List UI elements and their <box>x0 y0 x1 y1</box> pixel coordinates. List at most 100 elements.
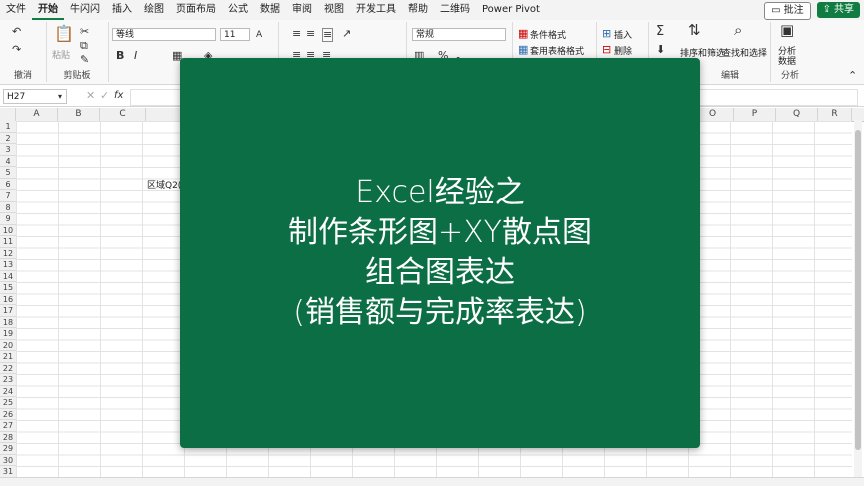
select-all-corner[interactable] <box>0 108 16 121</box>
conditional-format-button[interactable]: 条件格式 <box>530 28 566 41</box>
row-header[interactable]: 26 <box>0 408 16 420</box>
row-header[interactable]: 23 <box>0 374 16 386</box>
align-middle-icon[interactable]: ≡ <box>306 28 315 40</box>
undo-group-label: 撤消 <box>13 71 32 81</box>
row-header[interactable]: 29 <box>0 443 16 455</box>
number-format-select[interactable]: 常规 <box>412 28 506 41</box>
row-header[interactable]: 28 <box>0 431 16 443</box>
row-header[interactable]: 27 <box>0 420 16 432</box>
row-header[interactable]: 14 <box>0 270 16 282</box>
table-format-icon[interactable]: ▦ <box>518 44 528 56</box>
row-header[interactable]: 22 <box>0 362 16 374</box>
row-header[interactable]: 20 <box>0 339 16 351</box>
align-top-icon[interactable]: ≡ <box>292 28 301 40</box>
row-header[interactable]: 15 <box>0 282 16 294</box>
font-name-select[interactable]: 等线 <box>112 28 216 41</box>
row-header[interactable]: 21 <box>0 351 16 363</box>
tab-formulas[interactable]: 公式 <box>222 0 254 20</box>
name-box-dropdown-icon[interactable]: ▾ <box>58 91 62 103</box>
table-format-button[interactable]: 套用表格格式 <box>530 44 584 57</box>
comment-icon: ▭ <box>771 5 781 16</box>
insert-cells-button[interactable]: 插入 <box>614 28 632 41</box>
font-size-select[interactable]: 11 <box>220 28 250 41</box>
align-bottom-icon[interactable]: ≡ <box>322 28 334 42</box>
row-header[interactable]: 31 <box>0 466 16 478</box>
tab-data[interactable]: 数据 <box>254 0 286 20</box>
insert-function-button[interactable]: fx <box>114 90 123 102</box>
column-header[interactable]: Q <box>776 108 818 121</box>
column-header[interactable]: P <box>734 108 776 121</box>
title-line-4: (销售额与完成率表达) <box>293 295 587 330</box>
analyze-data-icon[interactable]: ▣ <box>780 23 794 38</box>
column-header[interactable]: C <box>100 108 146 121</box>
row-header[interactable]: 5 <box>0 167 16 179</box>
row-header[interactable]: 25 <box>0 397 16 409</box>
row-header[interactable]: 9 <box>0 213 16 225</box>
undo-group: ↶ ↷ 撤消 <box>0 22 47 82</box>
tab-review[interactable]: 审阅 <box>286 0 318 20</box>
sort-filter-icon[interactable]: ⇅ <box>688 23 701 38</box>
row-header[interactable]: 1 <box>0 121 16 133</box>
analyze-data-label-2[interactable]: 数据 <box>778 54 796 67</box>
delete-cells-button[interactable]: 删除 <box>614 44 632 57</box>
copy-icon[interactable]: ⧉ <box>80 40 88 52</box>
row-header[interactable]: 17 <box>0 305 16 317</box>
bold-button[interactable]: B <box>116 50 124 62</box>
column-header[interactable]: A <box>16 108 58 121</box>
orientation-icon[interactable]: ↗ <box>342 28 351 40</box>
row-header[interactable]: 7 <box>0 190 16 202</box>
paste-icon[interactable]: 📋 <box>54 26 74 42</box>
redo-icon[interactable]: ↷ <box>12 44 21 56</box>
find-select-button[interactable]: 查找和选择 <box>722 46 767 59</box>
tab-qrcode[interactable]: 二维码 <box>434 0 476 20</box>
delete-cells-icon[interactable]: ⊟ <box>602 44 611 56</box>
insert-cells-icon[interactable]: ⊞ <box>602 28 611 40</box>
row-header[interactable]: 13 <box>0 259 16 271</box>
row-header[interactable]: 19 <box>0 328 16 340</box>
fill-icon[interactable]: ⬇ <box>656 44 665 56</box>
tab-niushanshan[interactable]: 牛闪闪 <box>64 0 106 20</box>
row-header[interactable]: 2 <box>0 132 16 144</box>
tab-page-layout[interactable]: 页面布局 <box>170 0 222 20</box>
row-header[interactable]: 4 <box>0 155 16 167</box>
scrollbar-thumb[interactable] <box>855 130 861 450</box>
vertical-scrollbar[interactable] <box>854 120 862 478</box>
share-icon: ⇪ <box>822 4 831 15</box>
tab-insert[interactable]: 插入 <box>106 0 138 20</box>
undo-icon[interactable]: ↶ <box>12 26 21 38</box>
row-header[interactable]: 18 <box>0 316 16 328</box>
tab-help[interactable]: 帮助 <box>402 0 434 20</box>
row-header[interactable]: 3 <box>0 144 16 156</box>
confirm-icon[interactable]: ✓ <box>100 90 109 102</box>
cancel-icon[interactable]: ✕ <box>86 90 95 102</box>
row-header[interactable]: 30 <box>0 454 16 466</box>
tab-file[interactable]: 文件 <box>0 0 32 20</box>
share-button[interactable]: ⇪ 共享 <box>816 2 860 18</box>
cut-icon[interactable]: ✂ <box>80 26 89 38</box>
italic-button[interactable]: I <box>134 50 137 62</box>
row-header[interactable]: 8 <box>0 201 16 213</box>
title-card: Excel经验之 制作条形图+XY散点图 组合图表达 (销售额与完成率表达) <box>180 58 700 448</box>
format-painter-icon[interactable]: ✎ <box>80 54 89 66</box>
row-header[interactable]: 16 <box>0 293 16 305</box>
row-header[interactable]: 12 <box>0 247 16 259</box>
tab-developer[interactable]: 开发工具 <box>350 0 402 20</box>
tab-draw[interactable]: 绘图 <box>138 0 170 20</box>
row-header[interactable]: 6 <box>0 178 16 190</box>
tab-view[interactable]: 视图 <box>318 0 350 20</box>
autosum-button[interactable]: Σ <box>656 25 664 38</box>
tab-home[interactable]: 开始 <box>32 1 64 20</box>
tab-power-pivot[interactable]: Power Pivot <box>476 0 546 20</box>
column-header[interactable]: B <box>58 108 100 121</box>
comment-button[interactable]: ▭ 批注 <box>764 2 811 20</box>
row-header[interactable]: 24 <box>0 385 16 397</box>
row-header[interactable]: 10 <box>0 224 16 236</box>
comment-label: 批注 <box>783 5 804 16</box>
collapse-ribbon-icon[interactable]: ⌃ <box>848 70 857 82</box>
conditional-format-icon[interactable]: ▦ <box>518 28 528 40</box>
row-header[interactable]: 11 <box>0 236 16 248</box>
font-grow-icon[interactable]: A <box>256 29 262 41</box>
column-header[interactable]: R <box>818 108 852 121</box>
find-select-icon[interactable]: ⌕ <box>734 23 742 38</box>
cell-c6[interactable]: 区域Q2( <box>147 178 181 191</box>
